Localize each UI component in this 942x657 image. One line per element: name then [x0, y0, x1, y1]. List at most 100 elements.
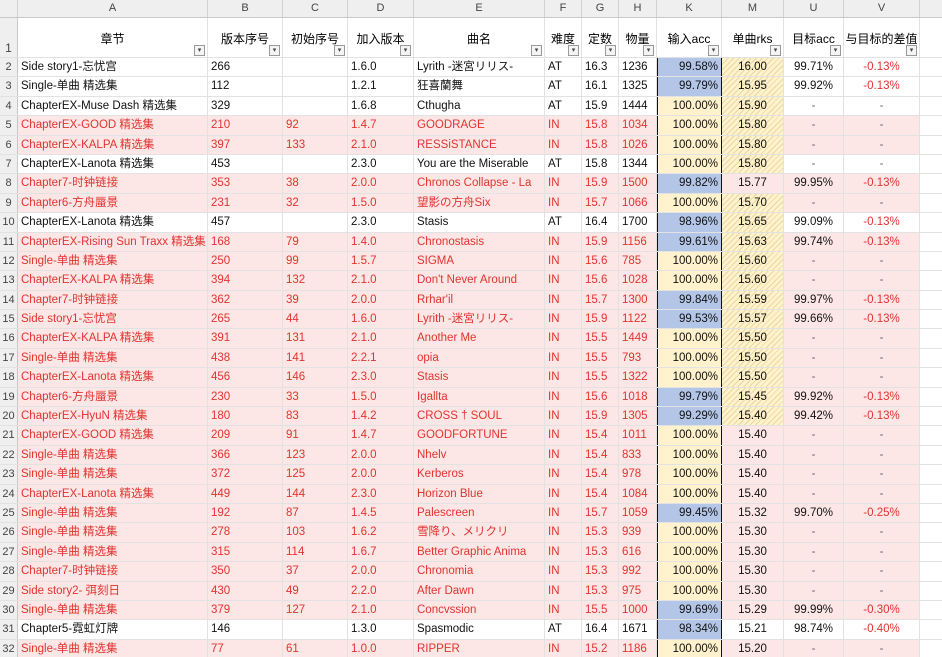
cell-g[interactable]: 15.5: [582, 368, 619, 387]
cell-h[interactable]: 616: [619, 542, 657, 562]
cell-k[interactable]: 100.00%: [657, 96, 722, 116]
cell-d[interactable]: 1.5.0: [348, 193, 414, 213]
row-number[interactable]: 5: [0, 116, 18, 135]
cell-u[interactable]: 99.71%: [784, 58, 844, 77]
cell-k[interactable]: 99.82%: [657, 174, 722, 193]
cell-a[interactable]: ChapterEX-KALPA 精选集: [18, 271, 208, 290]
cell-ci[interactable]: [283, 96, 348, 116]
cell-d[interactable]: 2.0.0: [348, 445, 414, 465]
cell-k[interactable]: 98.96%: [657, 213, 722, 232]
column-letter-E[interactable]: E: [414, 0, 545, 17]
cell-f[interactable]: IN: [545, 407, 582, 426]
cell-a[interactable]: ChapterEX-Lanota 精选集: [18, 213, 208, 232]
cell-h[interactable]: 992: [619, 562, 657, 581]
cell-u[interactable]: 99.74%: [784, 232, 844, 251]
cell-g[interactable]: 15.4: [582, 445, 619, 465]
cell-h[interactable]: 1059: [619, 503, 657, 523]
column-letter-F[interactable]: F: [545, 0, 582, 17]
cell-u[interactable]: 99.99%: [784, 600, 844, 620]
cell-b[interactable]: 453: [208, 154, 283, 174]
cell-k[interactable]: 100.00%: [657, 562, 722, 581]
cell-k[interactable]: 100.00%: [657, 271, 722, 290]
cell-b[interactable]: 457: [208, 213, 283, 232]
cell-b[interactable]: 265: [208, 310, 283, 329]
cell-a[interactable]: Side story1-忘忧宫: [18, 58, 208, 77]
cell-g[interactable]: 15.6: [582, 271, 619, 290]
cell-f[interactable]: IN: [545, 232, 582, 251]
column-letter-A[interactable]: A: [18, 0, 208, 17]
cell-ci[interactable]: 87: [283, 503, 348, 523]
cell-ci[interactable]: 37: [283, 562, 348, 581]
cell-v[interactable]: -0.13%: [844, 232, 920, 251]
cell-g[interactable]: 16.1: [582, 77, 619, 96]
cell-g[interactable]: 15.7: [582, 290, 619, 310]
cell-d[interactable]: 1.5.7: [348, 251, 414, 271]
cell-h[interactable]: 1500: [619, 174, 657, 193]
cell-d[interactable]: 2.1.0: [348, 329, 414, 348]
row-number[interactable]: 13: [0, 271, 18, 290]
cell-f[interactable]: IN: [545, 116, 582, 135]
cell-a[interactable]: Side story1-忘忧宫: [18, 310, 208, 329]
cell-ci[interactable]: 83: [283, 407, 348, 426]
cell-e[interactable]: Lyrith -迷宮リリス-: [414, 310, 545, 329]
cell-b[interactable]: 329: [208, 96, 283, 116]
cell-e[interactable]: Don't Never Around: [414, 271, 545, 290]
cell-f[interactable]: IN: [545, 426, 582, 445]
filter-dropdown-icon[interactable]: ▾: [770, 45, 781, 56]
cell-v[interactable]: -0.40%: [844, 620, 920, 639]
cell-b[interactable]: 250: [208, 251, 283, 271]
cell-a[interactable]: ChapterEX-GOOD 精选集: [18, 116, 208, 135]
cell-ci[interactable]: [283, 213, 348, 232]
cell-d[interactable]: 2.3.0: [348, 484, 414, 503]
cell-g[interactable]: 15.5: [582, 329, 619, 348]
row-number[interactable]: 30: [0, 600, 18, 620]
filter-dropdown-icon[interactable]: ▾: [605, 45, 616, 56]
cell-b[interactable]: 394: [208, 271, 283, 290]
filter-dropdown-icon[interactable]: ▾: [906, 45, 917, 56]
cell-b[interactable]: 278: [208, 523, 283, 542]
cell-h[interactable]: 1449: [619, 329, 657, 348]
cell-k[interactable]: 100.00%: [657, 426, 722, 445]
cell-k[interactable]: 100.00%: [657, 465, 722, 484]
cell-b[interactable]: 353: [208, 174, 283, 193]
cell-f[interactable]: IN: [545, 135, 582, 154]
cell-ci[interactable]: 131: [283, 329, 348, 348]
cell-k[interactable]: 98.34%: [657, 620, 722, 639]
row-number[interactable]: 12: [0, 251, 18, 271]
cell-a[interactable]: Chapter6-方舟蜃景: [18, 193, 208, 213]
cell-a[interactable]: ChapterEX-KALPA 精选集: [18, 329, 208, 348]
cell-v[interactable]: -: [844, 348, 920, 368]
cell-f[interactable]: IN: [545, 465, 582, 484]
filter-dropdown-icon[interactable]: ▾: [269, 45, 280, 56]
cell-u[interactable]: -: [784, 348, 844, 368]
cell-u[interactable]: -: [784, 484, 844, 503]
cell-ci[interactable]: 33: [283, 387, 348, 407]
cell-a[interactable]: Single-单曲 精选集: [18, 465, 208, 484]
cell-e[interactable]: Another Me: [414, 329, 545, 348]
cell-h[interactable]: 1236: [619, 58, 657, 77]
cell-k[interactable]: 100.00%: [657, 523, 722, 542]
cell-v[interactable]: -: [844, 135, 920, 154]
cell-f[interactable]: IN: [545, 581, 582, 600]
cell-g[interactable]: 15.5: [582, 348, 619, 368]
row-number[interactable]: 32: [0, 639, 18, 657]
cell-u[interactable]: -: [784, 639, 844, 657]
cell-m[interactable]: 15.77: [722, 174, 784, 193]
cell-e[interactable]: GOODFORTUNE: [414, 426, 545, 445]
cell-e[interactable]: Nhelv: [414, 445, 545, 465]
cell-g[interactable]: 15.9: [582, 174, 619, 193]
cell-b[interactable]: 391: [208, 329, 283, 348]
cell-k[interactable]: 100.00%: [657, 154, 722, 174]
cell-m[interactable]: 15.80: [722, 154, 784, 174]
cell-ci[interactable]: 79: [283, 232, 348, 251]
cell-m[interactable]: 15.50: [722, 329, 784, 348]
cell-d[interactable]: 1.4.5: [348, 503, 414, 523]
cell-m[interactable]: 15.57: [722, 310, 784, 329]
cell-m[interactable]: 15.65: [722, 213, 784, 232]
cell-k[interactable]: 100.00%: [657, 193, 722, 213]
cell-d[interactable]: 1.4.7: [348, 116, 414, 135]
cell-e[interactable]: Spasmodic: [414, 620, 545, 639]
cell-g[interactable]: 15.6: [582, 251, 619, 271]
column-letter-M[interactable]: M: [722, 0, 784, 17]
filter-dropdown-icon[interactable]: ▾: [531, 45, 542, 56]
